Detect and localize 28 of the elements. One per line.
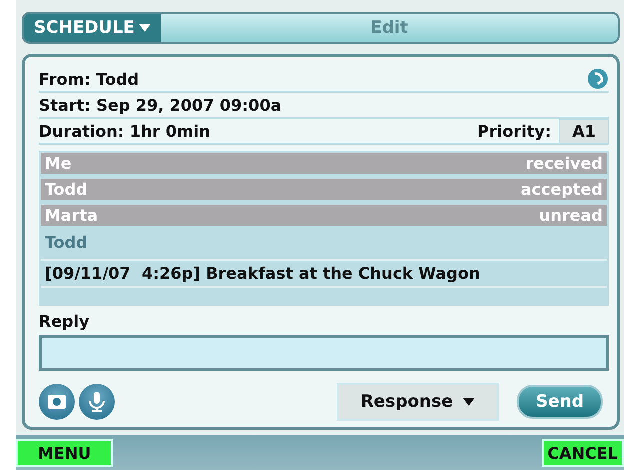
send-button[interactable]: Send	[517, 385, 603, 419]
participant-name: Me	[45, 154, 72, 173]
menu-softkey[interactable]: MENU	[16, 439, 114, 467]
priority-value: A1	[559, 118, 609, 144]
microphone-button[interactable]	[79, 384, 115, 420]
message-text: [09/11/07 4:26p] Breakfast at the Chuck Wagon	[41, 259, 607, 288]
caret-icon	[138, 24, 151, 32]
cancel-softkey[interactable]: CANCEL	[542, 439, 624, 467]
participant-status: received	[526, 154, 603, 173]
duration-label: Duration: 1hr 0min	[39, 122, 211, 140]
participant-name: Marta	[45, 206, 98, 225]
caret-icon	[463, 398, 476, 406]
message-sender: Todd	[44, 232, 89, 254]
priority-label: Priority:	[478, 122, 552, 140]
reply-label: Reply	[39, 312, 91, 331]
reply-field[interactable]	[39, 335, 609, 371]
participant-status: accepted	[520, 180, 603, 199]
circle-icon	[587, 68, 609, 90]
schedule-menu-button[interactable]: SCHEDULE	[24, 14, 161, 42]
start-label: Start: Sep 29, 2007 09:00a	[39, 96, 282, 114]
screen-title: Edit	[370, 18, 410, 38]
participant-status: unread	[539, 206, 603, 225]
participant-name: Todd	[45, 180, 88, 199]
microphone-icon	[88, 392, 106, 412]
camera-icon	[48, 395, 66, 409]
from-label: From: Todd	[39, 70, 140, 88]
camera-button[interactable]	[39, 384, 75, 420]
response-dropdown[interactable]: Response	[337, 383, 499, 421]
